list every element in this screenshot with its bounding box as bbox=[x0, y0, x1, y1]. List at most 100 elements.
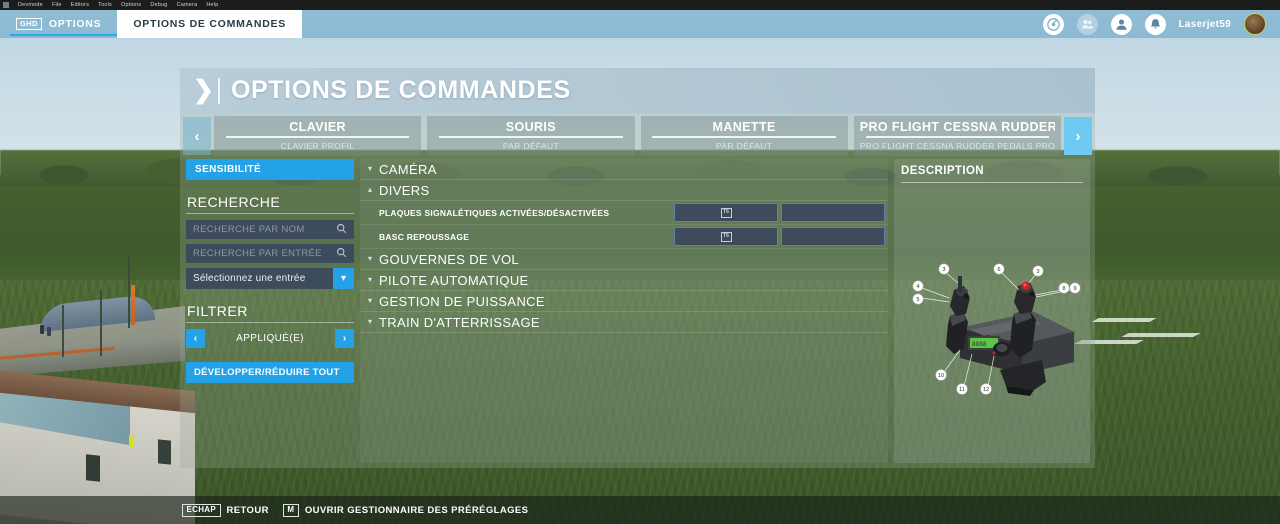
svg-text:5: 5 bbox=[916, 297, 919, 303]
search-icon bbox=[336, 245, 347, 263]
search-by-name-placeholder: RECHERCHE PAR NOM bbox=[193, 224, 305, 235]
door bbox=[86, 454, 100, 482]
group-name: DIVERS bbox=[379, 182, 430, 198]
device-tab-souris[interactable]: SOURIS PAR DÉFAUT bbox=[427, 116, 635, 156]
group-header-pilote-automatique[interactable]: ▾ PILOTE AUTOMATIQUE bbox=[360, 270, 888, 291]
runway-marking bbox=[1091, 318, 1157, 322]
device-name: SOURIS bbox=[505, 120, 557, 135]
runway-marking bbox=[1121, 333, 1201, 337]
device-profile: PAR DÉFAUT bbox=[502, 140, 559, 151]
filter-heading: FILTRER bbox=[187, 303, 248, 319]
svg-text:10: 10 bbox=[938, 373, 944, 379]
device-prev-button[interactable]: ‹ bbox=[183, 117, 211, 155]
binding-secondary-cell[interactable] bbox=[781, 227, 885, 246]
group-header-divers[interactable]: ▴ DIVERS bbox=[360, 180, 888, 201]
chevron-up-icon: ▴ bbox=[368, 185, 373, 194]
device-underline bbox=[865, 136, 1050, 138]
flight-yoke-diagram: 8888 3 4 5 6 3 8 9 10 11 12 bbox=[901, 183, 1083, 457]
tab-control-options[interactable]: OPTIONS DE COMMANDES bbox=[117, 10, 303, 38]
pole bbox=[128, 256, 130, 328]
keycap-badge bbox=[828, 208, 839, 218]
chevron-down-icon[interactable]: ▾ bbox=[333, 268, 354, 289]
group-name: CAMÉRA bbox=[379, 161, 437, 177]
binding-primary-cell[interactable]: T6 bbox=[674, 227, 778, 246]
control-options-panel: ❯ OPTIONS DE COMMANDES ‹ CLAVIER CLAVIER… bbox=[180, 68, 1095, 468]
expand-collapse-all-button[interactable]: DÉVELOPPER/RÉDUIRE TOUT bbox=[186, 362, 354, 383]
binding-action-label: BASC REPOUSSAGE bbox=[379, 231, 470, 242]
person bbox=[40, 325, 44, 334]
search-by-input-input[interactable]: RECHERCHE PAR ENTRÉE bbox=[186, 244, 354, 263]
select-entry-dropdown[interactable]: Sélectionnez une entrée ▾ bbox=[186, 268, 354, 289]
group-name: PILOTE AUTOMATIQUE bbox=[379, 272, 529, 288]
page-title-bar: ❯ OPTIONS DE COMMANDES bbox=[180, 68, 1095, 113]
notifications-icon[interactable] bbox=[1144, 13, 1166, 35]
ground-crew bbox=[129, 435, 134, 447]
devbar-menu-item[interactable]: Devmode bbox=[18, 2, 43, 8]
device-tab-clavier[interactable]: CLAVIER CLAVIER PROFIL bbox=[214, 116, 422, 156]
svg-text:6: 6 bbox=[997, 267, 1000, 273]
hint-preset-manager[interactable]: M OUVRIR GESTIONNAIRE DES PRÉRÉGLAGES bbox=[282, 503, 529, 517]
devbar-menu-item[interactable]: Debug bbox=[150, 2, 167, 8]
hint-preset-manager-label: OUVRIR GESTIONNAIRE DES PRÉRÉGLAGES bbox=[304, 504, 529, 516]
header-actions: Laserjet59 bbox=[1042, 10, 1280, 38]
device-tab-strip: ‹ CLAVIER CLAVIER PROFIL SOURIS PAR DÉFA… bbox=[180, 116, 1095, 156]
group-header-train-datterrissage[interactable]: ▾ TRAIN D'ATTERRISSAGE bbox=[360, 312, 888, 333]
search-icon bbox=[336, 221, 347, 239]
group-name: GESTION DE PUISSANCE bbox=[379, 293, 545, 309]
device-tab-rudder-pedals[interactable]: PRO FLIGHT CESSNA RUDDER PEDALS PRO FLIG… bbox=[853, 116, 1061, 156]
devbar-menu-item[interactable]: Options bbox=[121, 2, 141, 8]
description-panel: DESCRIPTION 8888 3 4 5 6 3 8 9 10 11 12 bbox=[894, 159, 1090, 463]
developer-menu-bar[interactable]: Devmode File Editors Tools Options Debug… bbox=[0, 0, 1280, 10]
profile-icon[interactable] bbox=[1110, 13, 1132, 35]
chevron-down-icon: ▾ bbox=[368, 254, 373, 263]
group-header-gouvernes-de-vol[interactable]: ▾ GOUVERNES DE VOL bbox=[360, 249, 888, 270]
radar-icon[interactable] bbox=[1042, 13, 1064, 35]
device-name: PRO FLIGHT CESSNA RUDDER PEDALS bbox=[859, 120, 1055, 135]
devbar-menu-item[interactable]: File bbox=[52, 2, 62, 8]
select-entry-value: Sélectionnez une entrée bbox=[193, 273, 306, 284]
person bbox=[47, 327, 51, 336]
sensitivity-button[interactable]: SENSIBILITÉ bbox=[186, 159, 354, 180]
chevron-down-icon: ▾ bbox=[368, 296, 373, 305]
device-underline bbox=[225, 136, 410, 138]
svg-text:3: 3 bbox=[1036, 269, 1039, 275]
tab-options-label: OPTIONS bbox=[48, 18, 102, 30]
panel-body: SENSIBILITÉ RECHERCHE RECHERCHE PAR NOM … bbox=[180, 156, 1095, 468]
search-heading: RECHERCHE bbox=[187, 194, 281, 210]
avatar[interactable] bbox=[1244, 13, 1266, 35]
title-chevron-icon: ❯ bbox=[193, 76, 214, 104]
group-name: GOUVERNES DE VOL bbox=[379, 251, 519, 267]
device-next-button[interactable]: › bbox=[1064, 117, 1092, 155]
filter-value: APPLIQUÉ(E) bbox=[236, 333, 304, 344]
device-name: CLAVIER bbox=[289, 120, 346, 135]
group-header-gestion-de-puissance[interactable]: ▾ GESTION DE PUISSANCE bbox=[360, 291, 888, 312]
pole bbox=[100, 290, 102, 356]
binding-secondary-cell[interactable] bbox=[781, 203, 885, 222]
keycap-badge: T6 bbox=[720, 207, 732, 218]
binding-primary-cell[interactable]: T6 bbox=[674, 203, 778, 222]
group-header-camera[interactable]: ▾ CAMÉRA bbox=[360, 159, 888, 180]
search-by-name-input[interactable]: RECHERCHE PAR NOM bbox=[186, 220, 354, 239]
tab-options[interactable]: GHD OPTIONS bbox=[0, 10, 118, 38]
devbar-menu-item[interactable]: Editors bbox=[71, 2, 90, 8]
svg-text:11: 11 bbox=[959, 387, 965, 393]
svg-text:12: 12 bbox=[983, 387, 989, 393]
svg-text:9: 9 bbox=[1073, 286, 1076, 292]
keycap-badge bbox=[828, 232, 839, 242]
device-underline bbox=[439, 136, 623, 138]
devbar-menu-item[interactable]: Help bbox=[206, 2, 218, 8]
filter-next-button[interactable]: › bbox=[335, 329, 354, 348]
device-name: MANETTE bbox=[712, 120, 776, 135]
chevron-down-icon: ▾ bbox=[368, 317, 373, 326]
devbar-menu-item[interactable]: Camera bbox=[177, 2, 198, 8]
title-separator bbox=[217, 77, 220, 104]
group-name: TRAIN D'ATTERRISSAGE bbox=[379, 314, 540, 330]
device-tab-manette[interactable]: MANETTE PAR DÉFAUT bbox=[640, 116, 848, 156]
svg-text:4: 4 bbox=[916, 284, 919, 290]
hint-back[interactable]: ECHAP RETOUR bbox=[182, 503, 269, 517]
divider bbox=[186, 213, 354, 214]
devbar-menu-item[interactable]: Tools bbox=[98, 2, 112, 8]
device-profile: PRO FLIGHT CESSNA RUDDER PEDALS PRO bbox=[859, 140, 1055, 151]
filter-prev-button[interactable]: ‹ bbox=[186, 329, 205, 348]
friends-icon[interactable] bbox=[1076, 13, 1098, 35]
